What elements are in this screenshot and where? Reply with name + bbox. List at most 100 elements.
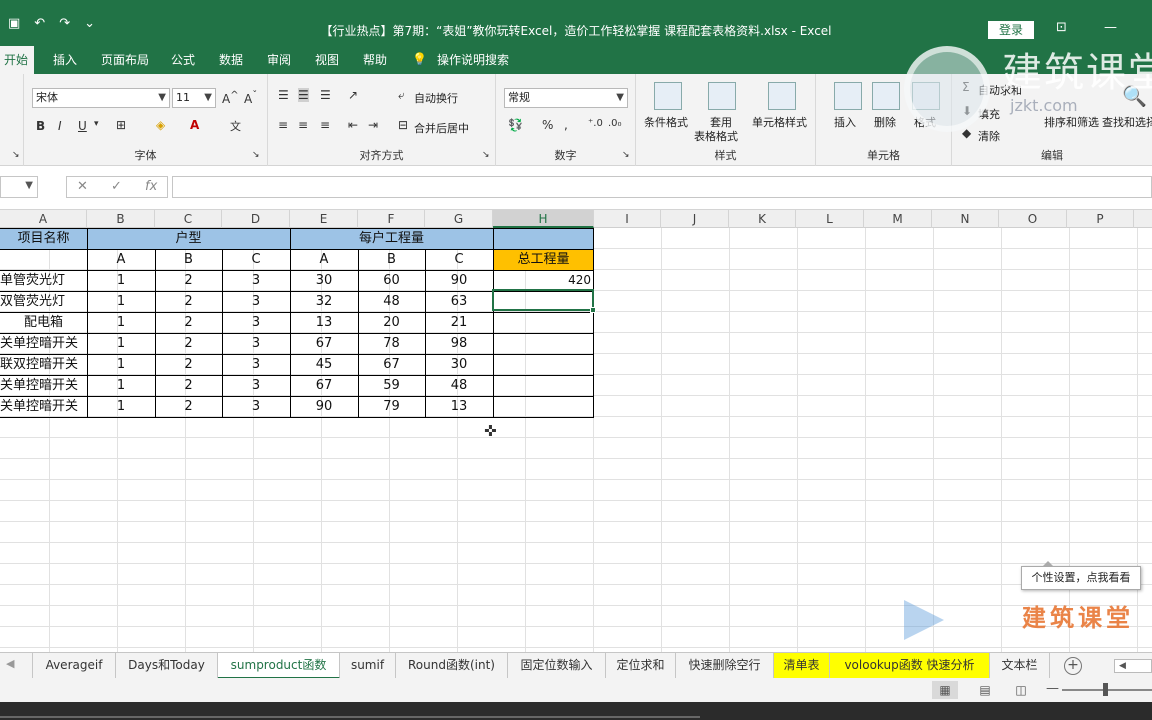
- item-name-cell[interactable]: 单管荧光灯: [0, 270, 87, 291]
- cell-style-button[interactable]: 单元格样式: [752, 114, 807, 130]
- delete-cells-button[interactable]: 删除: [874, 114, 896, 130]
- item-name-cell[interactable]: 关单控暗开关: [0, 375, 87, 396]
- data-cell[interactable]: 3: [222, 270, 290, 291]
- active-cell-selection[interactable]: [492, 289, 596, 313]
- find-select-button[interactable]: 查找和选择: [1102, 114, 1152, 130]
- subheader-cell[interactable]: C: [425, 249, 493, 270]
- subheader-cell[interactable]: C: [222, 249, 290, 270]
- data-cell[interactable]: 90: [425, 270, 493, 291]
- merge-center-icon[interactable]: ⊟: [398, 118, 408, 132]
- data-cell[interactable]: 21: [425, 312, 493, 333]
- data-cell[interactable]: 67: [290, 375, 358, 396]
- clear-button[interactable]: 清除: [978, 128, 1000, 144]
- sheet-tab[interactable]: volookup函数 快速分析: [830, 653, 990, 679]
- ribbon-display-icon[interactable]: ⊡: [1056, 20, 1067, 35]
- zoom-slider-thumb[interactable]: [1103, 683, 1108, 696]
- data-cell[interactable]: 79: [358, 396, 425, 417]
- data-cell[interactable]: 13: [290, 312, 358, 333]
- data-cell[interactable]: 2: [155, 333, 222, 354]
- data-cell[interactable]: 1: [87, 291, 155, 312]
- insert-cells-button[interactable]: 插入: [834, 114, 856, 130]
- data-cell[interactable]: 30: [425, 354, 493, 375]
- add-sheet-icon[interactable]: +: [1064, 657, 1082, 675]
- data-cell[interactable]: 20: [358, 312, 425, 333]
- underline-icon[interactable]: U: [78, 119, 87, 133]
- column-header-c[interactable]: C: [155, 210, 222, 228]
- chevron-down-icon[interactable]: ▾: [94, 119, 99, 129]
- data-cell[interactable]: 13: [425, 396, 493, 417]
- sheet-tab[interactable]: sumif: [340, 653, 396, 679]
- dialog-launcher-icon[interactable]: ↘: [622, 150, 630, 160]
- font-size-combo[interactable]: 11 ▼: [172, 88, 216, 108]
- data-cell[interactable]: 48: [425, 375, 493, 396]
- sheet-tab[interactable]: 文本栏: [990, 653, 1050, 679]
- minimize-icon[interactable]: —: [1104, 20, 1117, 35]
- item-name-cell[interactable]: 关单控暗开关: [0, 396, 87, 417]
- column-header-l[interactable]: L: [796, 210, 864, 228]
- total-cell[interactable]: [493, 396, 594, 417]
- insert-function-icon[interactable]: fx: [145, 179, 157, 194]
- data-cell[interactable]: 67: [290, 333, 358, 354]
- number-format-combo[interactable]: 常规 ▼: [504, 88, 628, 108]
- align-bottom-icon[interactable]: ☰: [320, 88, 331, 102]
- subheader-cell[interactable]: B: [155, 249, 222, 270]
- dialog-launcher-icon[interactable]: ↘: [482, 150, 490, 160]
- phonetic-icon[interactable]: 文: [230, 118, 241, 134]
- decrease-font-icon[interactable]: Aˇ: [244, 90, 257, 106]
- tell-me-search[interactable]: 操作说明搜索: [437, 46, 509, 74]
- data-cell[interactable]: 59: [358, 375, 425, 396]
- column-header-h[interactable]: H: [493, 210, 594, 228]
- horizontal-scrollbar[interactable]: ◀: [1114, 659, 1152, 673]
- data-cell[interactable]: 2: [155, 291, 222, 312]
- sheet-tab[interactable]: Averageif: [32, 653, 116, 679]
- header-item-name[interactable]: 项目名称: [0, 228, 87, 249]
- normal-view-icon[interactable]: ▦: [932, 681, 958, 699]
- tab-insert[interactable]: 插入: [53, 46, 77, 74]
- enter-icon[interactable]: ✓: [111, 179, 122, 194]
- item-name-cell[interactable]: 联双控暗开关: [0, 354, 87, 375]
- header-blank-h[interactable]: [493, 228, 594, 249]
- column-header-j[interactable]: J: [661, 210, 729, 228]
- dialog-launcher-icon[interactable]: ↘: [12, 150, 20, 160]
- conditional-format-button[interactable]: 条件格式: [644, 114, 688, 130]
- formula-input[interactable]: [172, 176, 1152, 198]
- data-cell[interactable]: 3: [222, 333, 290, 354]
- tab-page-layout[interactable]: 页面布局: [101, 46, 149, 74]
- increase-decimal-icon[interactable]: ⁺.0: [588, 118, 603, 129]
- align-middle-icon[interactable]: ☰: [298, 88, 309, 102]
- sheet-tab[interactable]: Days和Today: [116, 653, 218, 679]
- align-center-icon[interactable]: ≡: [298, 118, 308, 132]
- comma-icon[interactable]: ,: [564, 118, 568, 132]
- font-name-combo[interactable]: 宋体 ▼: [32, 88, 170, 108]
- header-total[interactable]: 总工程量: [493, 249, 594, 270]
- data-cell[interactable]: 48: [358, 291, 425, 312]
- data-cell[interactable]: 63: [425, 291, 493, 312]
- data-cell[interactable]: 3: [222, 354, 290, 375]
- sheet-tab-active[interactable]: sumproduct函数: [218, 653, 340, 679]
- data-cell[interactable]: 1: [87, 270, 155, 291]
- data-cell[interactable]: 3: [222, 396, 290, 417]
- data-cell[interactable]: 2: [155, 270, 222, 291]
- column-header-i[interactable]: I: [594, 210, 661, 228]
- align-left-icon[interactable]: ≡: [278, 118, 288, 132]
- font-color-icon[interactable]: A: [190, 118, 199, 132]
- tab-view[interactable]: 视图: [315, 46, 339, 74]
- column-header-g[interactable]: G: [425, 210, 493, 228]
- decrease-indent-icon[interactable]: ⇤: [348, 118, 358, 132]
- data-cell[interactable]: 32: [290, 291, 358, 312]
- column-header-p[interactable]: P: [1067, 210, 1134, 228]
- column-header-m[interactable]: M: [864, 210, 932, 228]
- data-cell[interactable]: 2: [155, 312, 222, 333]
- sheet-tab[interactable]: Round函数(int): [396, 653, 508, 679]
- cancel-icon[interactable]: ✕: [77, 179, 88, 194]
- total-cell[interactable]: 420: [493, 270, 594, 291]
- worksheet-grid[interactable]: 项目名称 户型 每户工程量 A B C A B C 总工程量 单管荧光灯 1 2…: [0, 228, 1152, 652]
- increase-font-icon[interactable]: A^: [222, 90, 239, 106]
- item-name-cell[interactable]: 双管荧光灯: [0, 291, 87, 312]
- sheet-tab[interactable]: 快速删除空行: [676, 653, 774, 679]
- total-cell[interactable]: [493, 333, 594, 354]
- item-name-cell[interactable]: 配电箱: [0, 312, 87, 333]
- data-cell[interactable]: 2: [155, 354, 222, 375]
- decrease-decimal-icon[interactable]: .0₀: [608, 118, 622, 129]
- page-layout-view-icon[interactable]: ▤: [972, 681, 998, 699]
